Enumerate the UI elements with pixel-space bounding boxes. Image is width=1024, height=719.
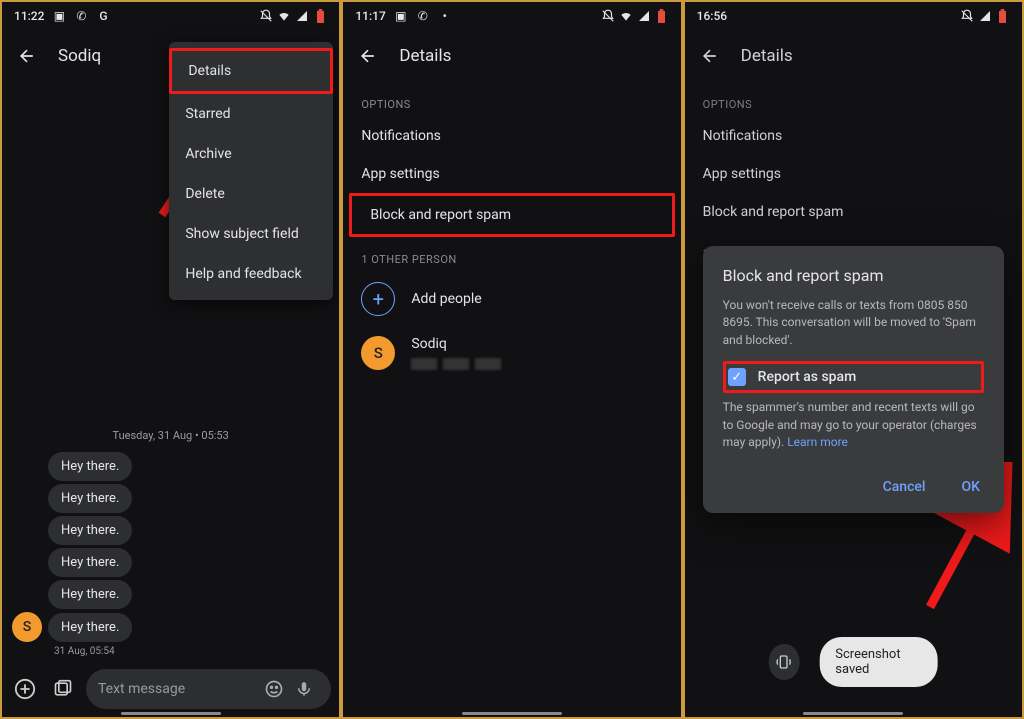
status-bar: 11:22 ▣ ✆ G [2,2,339,30]
share-button[interactable] [769,644,799,680]
message-bubble[interactable]: Hey there. [48,580,132,609]
section-options-label: OPTIONS [685,82,1022,117]
checkbox-label: Report as spam [758,369,857,385]
person-name: Sodiq [411,336,501,352]
back-button[interactable] [699,45,721,67]
cancel-button[interactable]: Cancel [879,473,930,501]
whatsapp-icon: ✆ [416,9,430,23]
sender-avatar[interactable]: S [12,612,42,642]
page-title: Details [399,46,451,66]
signal-icon [637,9,651,23]
signal-icon [978,9,992,23]
image-icon: ▣ [52,9,66,23]
dot-icon: • [438,9,452,23]
back-button[interactable] [357,45,379,67]
menu-item-subject[interactable]: Show subject field [169,214,333,254]
nav-hint [803,712,903,715]
message-bubble[interactable]: Hey there. [48,516,132,545]
person-avatar: S [361,336,395,370]
panel-block-dialog: 16:56 Details OPTIONS Notifications App … [683,0,1024,719]
nav-hint [121,712,221,715]
battery-icon [655,9,669,23]
message-placeholder: Text message [98,681,185,697]
menu-item-details[interactable]: Details [169,48,333,94]
status-time: 16:56 [697,9,727,23]
status-time: 11:17 [355,9,385,23]
person-item[interactable]: S Sodiq [343,326,680,380]
message-list: Tuesday, 31 Aug • 05:53 Hey there. Hey t… [2,423,339,657]
person-number-redacted [411,358,501,370]
wifi-icon [619,9,633,23]
option-block-spam[interactable]: Block and report spam [685,193,1022,231]
section-options-label: OPTIONS [343,82,680,117]
learn-more-link[interactable]: Learn more [787,435,848,449]
status-bar: 11:17 ▣ ✆ • [343,2,680,30]
emoji-button[interactable] [259,674,289,704]
panel-conversation: 11:22 ▣ ✆ G Sodiq Details Sta [0,0,341,719]
add-people-button[interactable]: + Add people [343,272,680,326]
dialog-fineprint: The spammer's number and recent texts wi… [723,399,984,451]
menu-item-starred[interactable]: Starred [169,94,333,134]
snackbar: Screenshot saved [769,637,938,687]
status-bar: 16:56 [685,2,1022,30]
checkbox-icon: ✓ [728,368,746,386]
whatsapp-icon: ✆ [74,9,88,23]
overflow-menu: Details Starred Archive Delete Show subj… [169,42,333,300]
date-header: Tuesday, 31 Aug • 05:53 [12,429,329,442]
details-header: Details [343,30,680,82]
message-bubble[interactable]: Hey there. [48,613,132,642]
panel-details: 11:17 ▣ ✆ • Details OPTIONS Notification… [341,0,682,719]
composer: Text message [2,669,339,709]
dialog-body: You won't receive calls or texts from 08… [723,297,984,349]
menu-item-archive[interactable]: Archive [169,134,333,174]
conversation-title: Sodiq [58,46,101,66]
dialog-title: Block and report spam [723,266,984,285]
message-bubble[interactable]: Hey there. [48,484,132,513]
option-block-spam[interactable]: Block and report spam [349,193,674,237]
status-time: 11:22 [14,9,44,23]
add-people-label: Add people [411,291,481,307]
dnd-icon [960,9,974,23]
dnd-icon [259,9,273,23]
option-app-settings[interactable]: App settings [685,155,1022,193]
option-notifications[interactable]: Notifications [685,117,1022,155]
gallery-button[interactable] [48,674,78,704]
add-button[interactable] [10,674,40,704]
message-input[interactable]: Text message [86,669,331,709]
nav-hint [462,712,562,715]
report-spam-checkbox-row[interactable]: ✓ Report as spam [723,361,984,393]
image-icon: ▣ [394,9,408,23]
option-app-settings[interactable]: App settings [343,155,680,193]
block-dialog: Block and report spam You won't receive … [703,246,1004,513]
wifi-icon [277,9,291,23]
back-button[interactable] [16,45,38,67]
page-title: Details [741,46,793,66]
menu-item-help[interactable]: Help and feedback [169,254,333,294]
section-people-label: 1 OTHER PERSON [343,237,680,272]
mic-button[interactable] [289,674,319,704]
details-header: Details [685,30,1022,82]
signal-icon [295,9,309,23]
message-bubble[interactable]: Hey there. [48,548,132,577]
message-timestamp: 31 Aug, 05:54 [54,646,329,657]
dnd-icon [601,9,615,23]
snackbar-text: Screenshot saved [819,637,937,687]
ok-button[interactable]: OK [957,473,984,501]
menu-item-delete[interactable]: Delete [169,174,333,214]
message-bubble[interactable]: Hey there. [48,452,132,481]
battery-icon [996,9,1010,23]
battery-icon [313,9,327,23]
plus-icon: + [361,282,395,316]
option-notifications[interactable]: Notifications [343,117,680,155]
google-icon: G [96,9,110,23]
